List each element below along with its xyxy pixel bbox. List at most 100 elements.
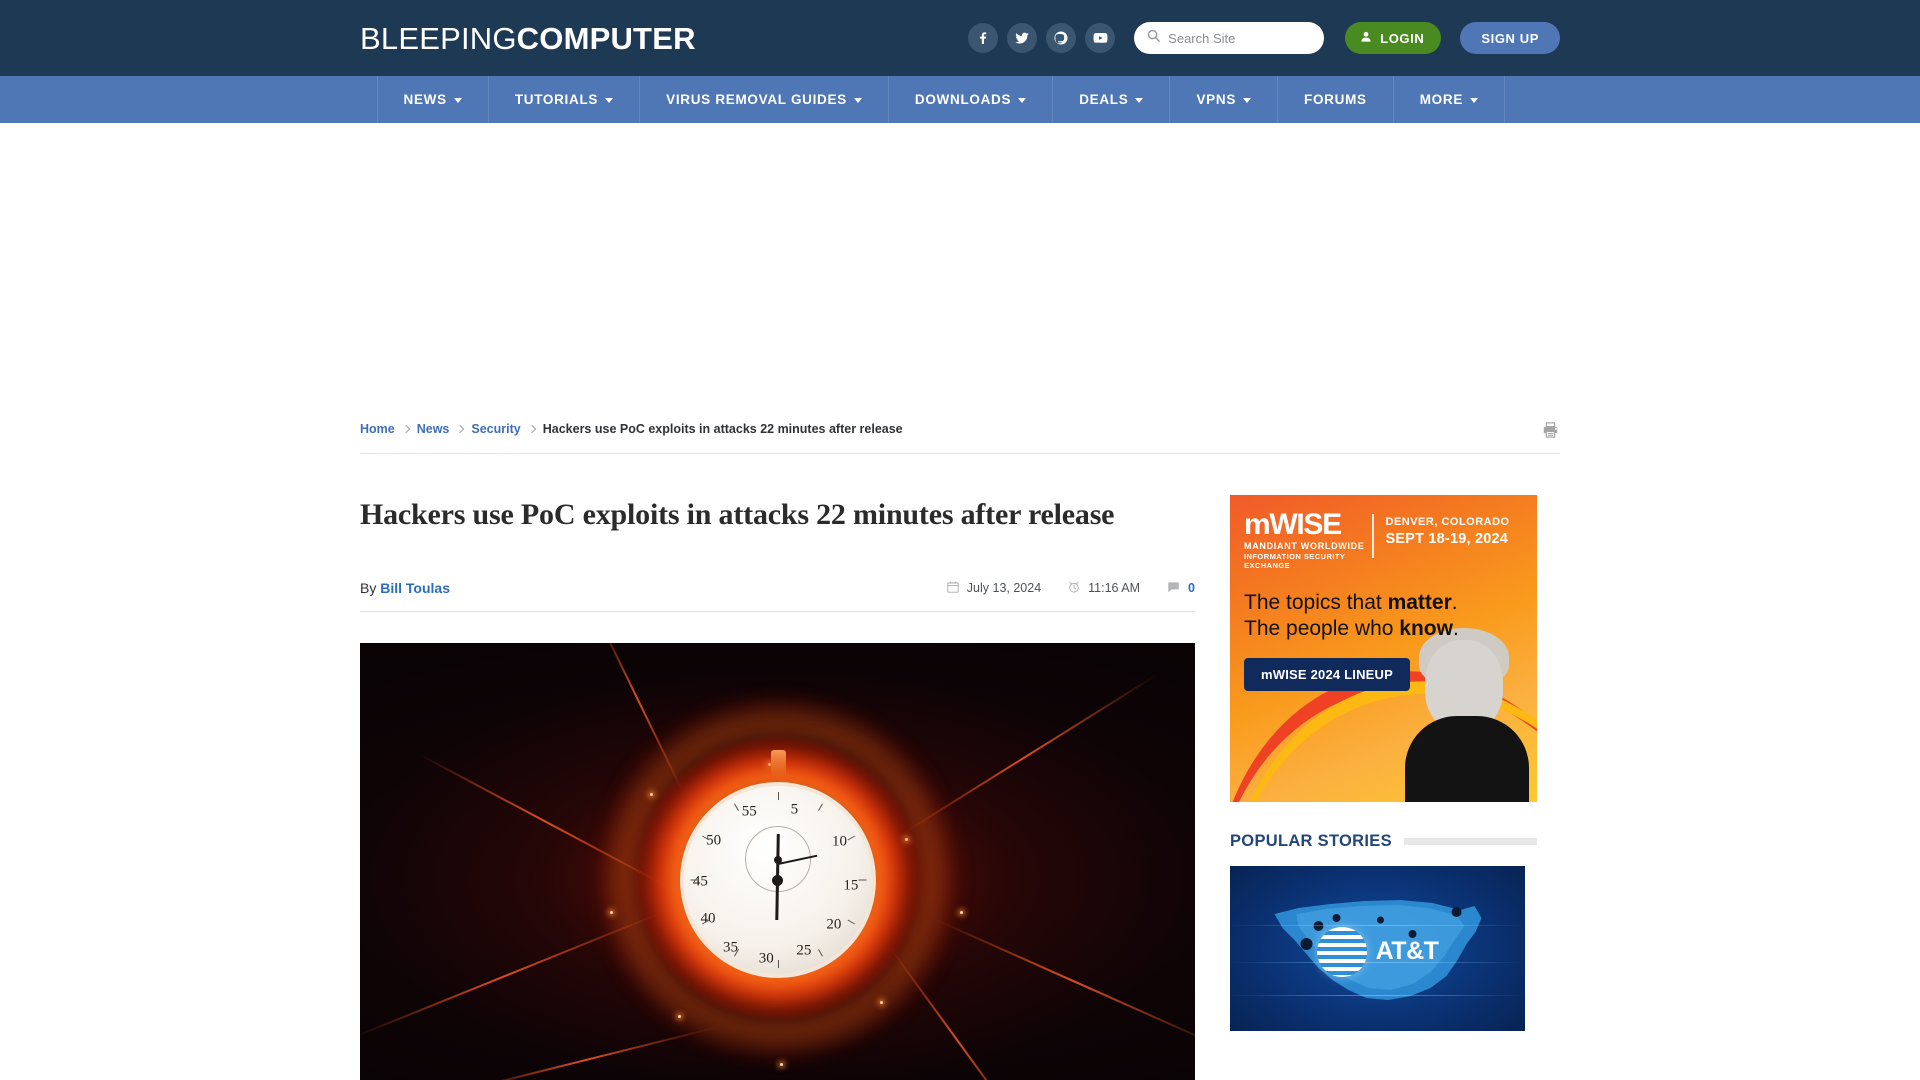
mwise-cta-button[interactable]: mWISE 2024 LINEUP bbox=[1244, 658, 1410, 692]
sw-num-30: 30 bbox=[758, 950, 774, 967]
chevron-down-icon bbox=[853, 98, 862, 103]
chevron-down-icon bbox=[1470, 98, 1479, 103]
stopwatch-dial: 5 10 15 20 25 30 35 40 45 50 55 bbox=[679, 782, 876, 978]
mastodon-icon[interactable] bbox=[1046, 23, 1077, 53]
chevron-down-icon bbox=[1243, 98, 1252, 103]
facebook-icon[interactable] bbox=[968, 23, 999, 53]
top-leaderboard-ad-slot bbox=[0, 123, 1920, 405]
sw-num-45: 45 bbox=[692, 873, 708, 890]
breadcrumb-current: Hackers use PoC exploits in attacks 22 m… bbox=[542, 422, 903, 436]
breadcrumb: Home News Security Hackers use PoC explo… bbox=[360, 405, 1560, 454]
search-icon bbox=[1146, 28, 1161, 48]
nav-label: NEWS bbox=[403, 92, 447, 107]
article-byline: By Bill Toulas July 13, 2024 11:16 AM 0 bbox=[360, 564, 1195, 612]
mwise-divider bbox=[1372, 514, 1374, 558]
article-main-column: Hackers use PoC exploits in attacks 22 m… bbox=[360, 454, 1195, 1080]
breadcrumb-item-news[interactable]: News bbox=[417, 422, 450, 436]
article-author-link[interactable]: Bill Toulas bbox=[380, 580, 450, 596]
popular-stories-header: POPULAR STORIES bbox=[1230, 832, 1537, 851]
printer-icon[interactable] bbox=[1541, 421, 1560, 444]
sw-num-5: 5 bbox=[790, 801, 799, 818]
nav-item-forums[interactable]: FORUMS bbox=[1278, 76, 1394, 123]
alarm-clock-icon bbox=[1067, 580, 1081, 597]
nav-item-news[interactable]: NEWS bbox=[378, 76, 489, 123]
logo-text-light: BLEEPING bbox=[360, 20, 517, 56]
search-input[interactable] bbox=[1168, 30, 1309, 46]
nav-label: VPNS bbox=[1196, 92, 1237, 107]
mwise-dates: SEPT 18-19, 2024 bbox=[1385, 531, 1508, 547]
sidebar-ad-mwise[interactable]: mWISE MANDIANT WORLDWIDE INFORMATION SEC… bbox=[1230, 495, 1537, 802]
login-label: LOGIN bbox=[1380, 30, 1425, 46]
site-header: BLEEPINGCOMPUTER Search Site LOGIN SIGN … bbox=[0, 0, 1920, 76]
main-navigation: NEWS TUTORIALS VIRUS REMOVAL GUIDES DOWN… bbox=[0, 76, 1920, 123]
att-globe-icon bbox=[1316, 926, 1367, 977]
mwise-headline-l2c: . bbox=[1452, 617, 1459, 641]
signup-label: SIGN UP bbox=[1481, 30, 1539, 46]
mwise-headline-l2a: The people who bbox=[1244, 617, 1400, 641]
att-logo: AT&T bbox=[1316, 926, 1439, 977]
mwise-location: DENVER, COLORADO bbox=[1385, 516, 1510, 528]
page-title: Hackers use PoC exploits in attacks 22 m… bbox=[360, 498, 1115, 531]
login-button[interactable]: LOGIN bbox=[1345, 22, 1442, 54]
att-label: AT&T bbox=[1375, 937, 1439, 966]
breadcrumb-item-home[interactable]: Home bbox=[360, 422, 395, 436]
article-date: July 13, 2024 bbox=[946, 580, 1041, 597]
comment-icon bbox=[1166, 580, 1181, 597]
article-comments[interactable]: 0 bbox=[1166, 580, 1195, 597]
mwise-brand-sub1: MANDIANT WORLDWIDE bbox=[1244, 541, 1365, 551]
mwise-headline-l2b: know bbox=[1399, 617, 1453, 641]
nav-label: MORE bbox=[1419, 92, 1464, 107]
social-links bbox=[968, 23, 1116, 53]
article-date-text: July 13, 2024 bbox=[966, 581, 1042, 595]
popular-story-thumbnail[interactable]: AT&T bbox=[1230, 866, 1525, 1031]
mwise-person-photo bbox=[1397, 624, 1535, 802]
chevron-down-icon bbox=[1135, 98, 1144, 103]
nav-item-vpns[interactable]: VPNS bbox=[1170, 76, 1279, 123]
article-time: 11:16 AM bbox=[1067, 580, 1140, 597]
nav-label: TUTORIALS bbox=[514, 92, 599, 107]
chevron-right-icon bbox=[456, 424, 465, 434]
comment-count: 0 bbox=[1188, 581, 1195, 595]
nav-item-downloads[interactable]: DOWNLOADS bbox=[889, 76, 1054, 123]
nav-label: DEALS bbox=[1079, 92, 1129, 107]
mwise-brand-sub2: INFORMATION SECURITY EXCHANGE bbox=[1244, 552, 1346, 570]
chevron-down-icon bbox=[453, 98, 462, 103]
nav-label: FORUMS bbox=[1304, 92, 1367, 107]
sidebar: mWISE MANDIANT WORLDWIDE INFORMATION SEC… bbox=[1230, 454, 1537, 1080]
article-hero-image: 5 10 15 20 25 30 35 40 45 50 55 bbox=[360, 643, 1195, 1080]
mwise-brand: mWISE bbox=[1244, 508, 1342, 541]
twitter-icon[interactable] bbox=[1007, 23, 1038, 53]
chevron-down-icon bbox=[605, 98, 614, 103]
popular-stories-title: POPULAR STORIES bbox=[1230, 832, 1392, 850]
nav-label: VIRUS REMOVAL GUIDES bbox=[666, 92, 847, 107]
nav-item-more[interactable]: MORE bbox=[1394, 76, 1506, 123]
sw-num-55: 55 bbox=[741, 803, 757, 820]
chevron-right-icon bbox=[401, 424, 410, 434]
mwise-headline-l1c: . bbox=[1451, 591, 1458, 614]
chevron-right-icon bbox=[527, 424, 536, 434]
youtube-icon[interactable] bbox=[1085, 23, 1116, 53]
mwise-headline-l1b: matter bbox=[1387, 591, 1452, 614]
mwise-headline: The topics that matter. The people who k… bbox=[1230, 570, 1537, 642]
nav-label: DOWNLOADS bbox=[914, 92, 1012, 107]
page-content: Home News Security Hackers use PoC explo… bbox=[360, 405, 1560, 1080]
search-box[interactable] bbox=[1134, 22, 1325, 54]
byline-prefix: By bbox=[360, 579, 377, 596]
mwise-logo: mWISE MANDIANT WORLDWIDE INFORMATION SEC… bbox=[1244, 508, 1366, 571]
chevron-down-icon bbox=[1018, 98, 1027, 103]
site-logo[interactable]: BLEEPINGCOMPUTER bbox=[360, 23, 696, 54]
article-time-text: 11:16 AM bbox=[1088, 581, 1141, 595]
logo-text-bold: COMPUTER bbox=[516, 20, 696, 56]
calendar-icon bbox=[946, 580, 960, 597]
signup-button[interactable]: SIGN UP bbox=[1460, 22, 1560, 54]
sw-num-25: 25 bbox=[796, 942, 812, 959]
sw-num-20: 20 bbox=[826, 916, 842, 933]
nav-item-virus-removal-guides[interactable]: VIRUS REMOVAL GUIDES bbox=[640, 76, 889, 123]
stopwatch-crown bbox=[770, 750, 786, 776]
stopwatch-pin bbox=[772, 874, 783, 886]
nav-item-deals[interactable]: DEALS bbox=[1053, 76, 1171, 123]
breadcrumb-item-security[interactable]: Security bbox=[471, 422, 520, 436]
nav-item-tutorials[interactable]: TUTORIALS bbox=[489, 76, 641, 123]
mwise-headline-l1a: The topics that bbox=[1244, 591, 1388, 614]
section-divider bbox=[1403, 838, 1537, 845]
